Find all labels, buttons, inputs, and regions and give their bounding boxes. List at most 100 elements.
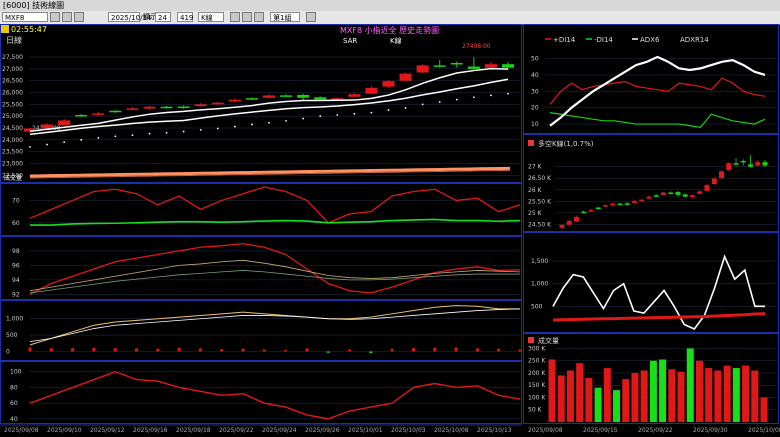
symbol-search-button[interactable]	[50, 12, 60, 22]
indicator-pane-4	[0, 361, 522, 424]
sar-dot	[421, 103, 424, 106]
kbar-icon	[528, 140, 534, 146]
y-tick-label: 23,500	[2, 149, 23, 156]
toolbar: MXF8 2025/10/14 顯示 24 419 K線 第1組	[0, 11, 780, 25]
candle	[297, 94, 310, 98]
kbar-candle	[603, 205, 608, 207]
period-tag: 日線	[6, 35, 22, 45]
histogram-bar	[390, 348, 394, 352]
prev-button[interactable]	[62, 12, 72, 22]
zoom-out-button[interactable]	[254, 12, 264, 22]
kbar-candle	[704, 185, 710, 191]
volume-bar	[649, 360, 657, 422]
y-tick-label: 200 K	[528, 370, 546, 377]
volume-bar	[659, 359, 667, 422]
volume-bar	[723, 365, 731, 422]
chart-title: MXF8 小指近全 歷史走勢圖	[340, 25, 439, 35]
kbar-candle	[762, 162, 768, 166]
x-tick-label: 2025/10/08	[434, 427, 469, 434]
sar-dot	[97, 137, 100, 139]
volume-band	[29, 166, 511, 178]
volume-tag: 成交量	[4, 174, 22, 182]
histogram-bar	[28, 347, 32, 352]
histogram-bar	[241, 348, 245, 352]
sar-dot	[216, 127, 219, 130]
sar-dot	[131, 134, 134, 136]
price-pane	[0, 24, 522, 183]
draw-tool-button[interactable]	[230, 12, 240, 22]
histogram-bar	[369, 351, 373, 354]
candle	[399, 73, 412, 81]
volume-bar	[548, 359, 556, 422]
x-tick-label: 2025/10/08	[748, 427, 780, 434]
histogram-bar	[411, 348, 415, 352]
group-select[interactable]: 第1組	[270, 12, 300, 22]
y-tick-label: 92	[12, 291, 20, 298]
kbar-pane	[523, 134, 779, 232]
legend-k: K線	[390, 36, 402, 45]
indicator-line-green	[30, 218, 521, 226]
kbar-candle	[740, 160, 746, 163]
kline-select[interactable]: K線	[198, 12, 224, 22]
candle	[502, 64, 514, 68]
y-tick-label: 27 K	[528, 164, 543, 171]
x-tick-label: 2025/09/15	[583, 427, 618, 434]
y-tick-label: 25 K	[528, 210, 543, 217]
kbar-candle	[726, 163, 732, 171]
x-tick-label: 2025/10/01	[348, 427, 383, 434]
zoom-in-button[interactable]	[242, 12, 252, 22]
y-tick-label: 40	[531, 72, 539, 79]
x-tick-label: 2025/10/13	[477, 427, 512, 434]
candle	[109, 110, 122, 113]
candle	[58, 120, 71, 126]
next-button[interactable]	[74, 12, 84, 22]
y-tick-label: 150 K	[528, 382, 546, 389]
kbar-candle	[581, 211, 587, 214]
period-field[interactable]: 24	[155, 12, 171, 22]
histogram-bar	[71, 348, 75, 352]
y-tick-label: 23,000	[2, 160, 23, 167]
volume-bar	[576, 363, 584, 422]
sar-dot	[319, 115, 322, 118]
sar-dot	[233, 125, 236, 128]
candle	[126, 108, 139, 110]
indicator-pane-2	[0, 236, 522, 300]
kbar-candle	[711, 178, 717, 184]
main-time: 02:55:47	[11, 25, 47, 34]
x-tick-label: 2025/09/22	[219, 427, 254, 434]
kbar-candle	[574, 217, 579, 222]
date-field[interactable]: 2025/10/14	[108, 12, 151, 22]
candle	[433, 65, 446, 67]
x-tick-label: 2025/09/26	[305, 427, 340, 434]
volume-bar	[751, 370, 759, 422]
legend-sar: SAR	[343, 37, 357, 45]
sar-dot	[251, 123, 253, 126]
candle	[228, 99, 241, 102]
y-tick-label: 300 K	[528, 345, 546, 352]
volume-bar	[640, 370, 648, 422]
kbar-candle	[566, 220, 572, 225]
kbar-title: 多空K線(1,0.7%)	[538, 139, 594, 148]
settings-button[interactable]	[306, 12, 316, 22]
candle	[365, 87, 378, 94]
candle	[92, 113, 105, 115]
y-tick-label: 25,000	[2, 113, 23, 120]
histogram-bar	[177, 347, 181, 352]
count-field[interactable]: 419	[177, 12, 193, 22]
y-tick-label: 100	[10, 369, 22, 376]
histogram-bar	[454, 347, 458, 352]
histogram-bar	[113, 348, 117, 352]
candle	[263, 95, 275, 98]
symbol-select[interactable]: MXF8	[2, 12, 48, 22]
window-title: [6000] 技術線圖	[3, 1, 65, 10]
volume-bar	[686, 348, 694, 422]
y-tick-label: 70	[12, 197, 20, 204]
y-tick-label: 26.50 K	[528, 175, 552, 182]
minus-di-line	[549, 112, 766, 129]
y-tick-label: 0	[6, 348, 10, 355]
histogram-bar	[305, 348, 309, 352]
volume-bar	[557, 375, 565, 422]
sar-dot	[507, 92, 509, 95]
y-tick-label: 60	[12, 220, 20, 227]
dmi-legend-2: ADX6	[640, 36, 660, 44]
